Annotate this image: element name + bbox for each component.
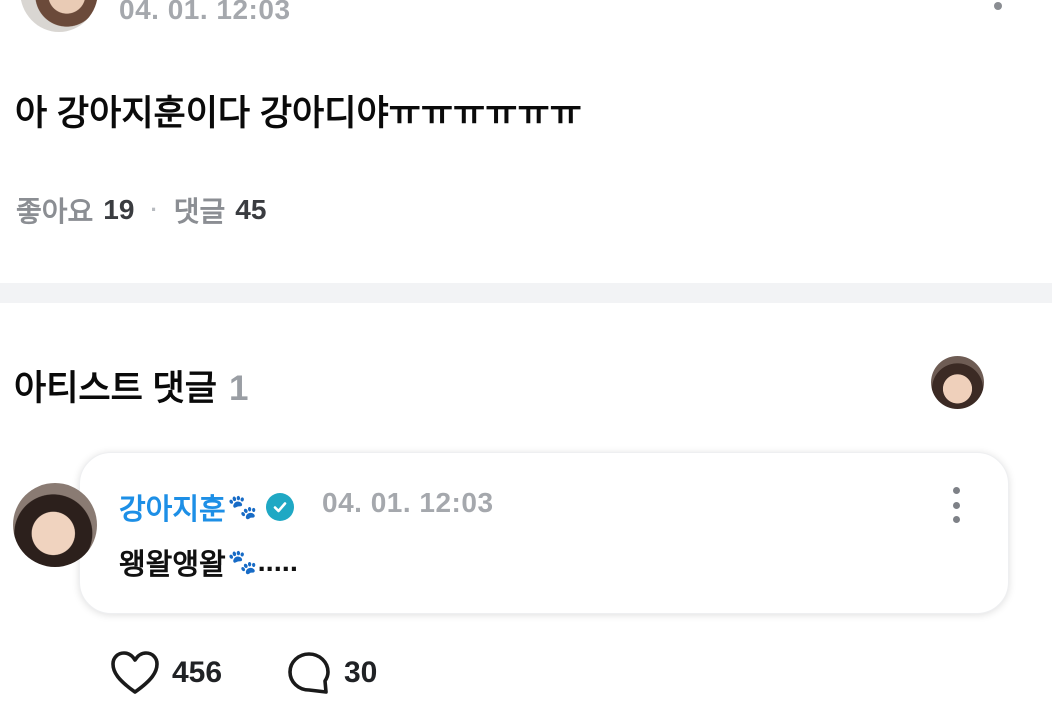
artist-avatar[interactable] bbox=[931, 356, 984, 409]
comment-text-suffix: ..... bbox=[257, 545, 298, 578]
artist-comment-card[interactable] bbox=[79, 452, 1009, 614]
likes-label: 좋아요 bbox=[16, 196, 94, 227]
artist-comments-count: 1 bbox=[228, 369, 249, 408]
paw-icon: 🐾 bbox=[227, 493, 258, 521]
heart-icon[interactable] bbox=[110, 650, 160, 696]
comment-author-name[interactable]: 강아지훈 bbox=[119, 486, 226, 528]
like-button[interactable]: 456 bbox=[110, 650, 222, 696]
comment-text-body: 왱왈앵왈 bbox=[119, 549, 226, 581]
likes-count: 19 bbox=[103, 194, 135, 225]
comment-author-avatar[interactable] bbox=[13, 483, 97, 567]
post-more-icon[interactable] bbox=[994, 2, 1002, 10]
reply-count: 30 bbox=[344, 656, 378, 689]
reply-bubble-icon[interactable] bbox=[286, 650, 332, 696]
post-author-avatar[interactable] bbox=[20, 0, 98, 32]
comment-date: 04. 01. 12:03 bbox=[322, 487, 494, 518]
verified-badge-icon bbox=[265, 493, 294, 521]
artist-comments-title: 아티스트 댓글 bbox=[14, 369, 217, 408]
comment-more-icon[interactable] bbox=[950, 487, 962, 523]
paw-icon: 🐾 bbox=[227, 548, 258, 576]
like-count: 456 bbox=[172, 656, 223, 689]
comments-count[interactable]: 45 bbox=[235, 194, 266, 226]
post-body-text: 아 강아지훈이다 강아디야ㅠㅠㅠㅠㅠㅠ bbox=[15, 94, 582, 133]
reply-button[interactable]: 30 bbox=[286, 650, 377, 696]
section-divider bbox=[0, 283, 1052, 303]
comment-text: 왱왈앵왈 🐾 ..... bbox=[119, 541, 298, 583]
stats-separator: · bbox=[150, 197, 158, 222]
artist-comments-heading: 아티스트 댓글 1 bbox=[14, 360, 248, 411]
comments-label[interactable]: 댓글 bbox=[174, 190, 226, 230]
post-stats: 좋아요 19 · 댓글 45 bbox=[16, 190, 266, 230]
comment-author[interactable]: 강아지훈 🐾 bbox=[119, 486, 294, 528]
post-date: 04. 01. 12:03 bbox=[119, 0, 291, 25]
